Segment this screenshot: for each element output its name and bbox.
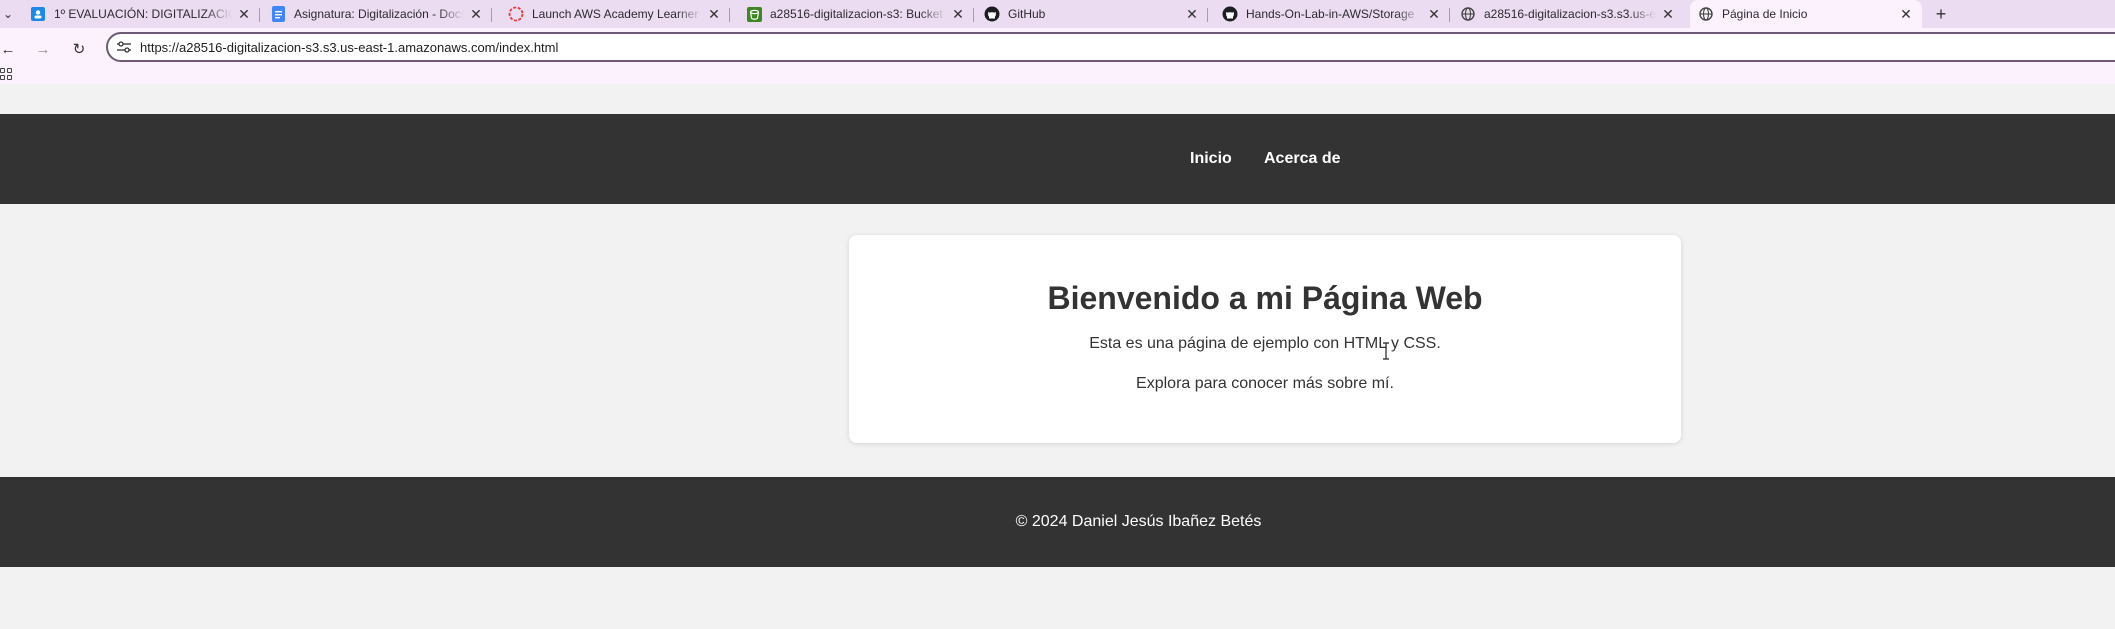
close-icon[interactable]: ✕ [1898, 6, 1914, 22]
tab-title: a28516-digitalizacion-s3: Bucket [770, 7, 943, 21]
tab-title: Página de Inicio [1722, 7, 1808, 21]
globe-icon [1460, 6, 1476, 22]
page-heading: Bienvenido a mi Página Web [1047, 280, 1483, 316]
tab-title: Asignatura: Digitalización - Docs [294, 7, 464, 21]
aws-s3-icon [746, 6, 762, 22]
tab-title: 1º EVALUACIÓN: DIGITALIZACIÓN [54, 7, 232, 21]
address-bar[interactable]: https://a28516-digitalizacion-s3.s3.us-e… [106, 32, 2115, 62]
tab-title: GitHub [1008, 7, 1046, 21]
tab-pagina-de-inicio[interactable]: Página de Inicio ✕ [1690, 0, 1922, 28]
site-settings-tune-icon[interactable] [116, 39, 132, 55]
google-classroom-icon [30, 6, 46, 22]
aws-academy-icon [508, 6, 524, 22]
new-tab-plus-icon[interactable]: + [1930, 3, 1952, 25]
tab-github[interactable]: GitHub ✕ [976, 0, 1208, 28]
site-header: Inicio Acerca de [0, 114, 2115, 204]
browser-toolbar: ← → ↻ https://a28516-digitalizacion-s3.s… [0, 28, 2115, 84]
close-icon[interactable]: ✕ [706, 6, 722, 22]
nav-link-inicio[interactable]: Inicio [1190, 150, 1232, 168]
nav-link-acerca-de[interactable]: Acerca de [1264, 150, 1341, 168]
close-icon[interactable]: ✕ [1660, 6, 1676, 22]
tab-title: Launch AWS Academy Learner Lab [532, 7, 702, 21]
footer-copyright: © 2024 Daniel Jesús Ibañez Betés [1015, 513, 1262, 530]
tab-title: Hands-On-Lab-in-AWS/Storage [1246, 7, 1415, 21]
close-icon[interactable]: ✕ [236, 6, 252, 22]
close-icon[interactable]: ✕ [950, 6, 966, 22]
content-card: Bienvenido a mi Página Web Esta es una p… [849, 235, 1681, 443]
tab-s3-endpoint[interactable]: a28516-digitalizacion-s3.s3.us-east-1 ✕ [1452, 0, 1684, 28]
tab-asignatura[interactable]: Asignatura: Digitalización - Docs ✕ [262, 0, 492, 28]
tab-hands-on-lab[interactable]: Hands-On-Lab-in-AWS/Storage ✕ [1214, 0, 1450, 28]
github-icon [984, 6, 1000, 22]
intro-paragraph: Esta es una página de ejemplo con HTML y… [1089, 335, 1441, 352]
explore-paragraph: Explora para conocer más sobre mí. [1136, 375, 1394, 392]
tab-divider [1207, 8, 1208, 22]
tab-divider [973, 8, 974, 22]
tab-divider [729, 8, 730, 22]
tab-evaluacion[interactable]: 1º EVALUACIÓN: DIGITALIZACIÓN ✕ [22, 0, 260, 28]
site-footer: © 2024 Daniel Jesús Ibañez Betés [0, 477, 2115, 567]
tab-divider [1449, 8, 1450, 22]
forward-arrow-icon[interactable]: → [33, 40, 53, 60]
tab-aws-academy[interactable]: Launch AWS Academy Learner Lab ✕ [500, 0, 730, 28]
tab-strip: ⌄ 1º EVALUACIÓN: DIGITALIZACIÓN ✕ Asigna… [0, 0, 2115, 28]
globe-icon [1698, 6, 1714, 22]
back-arrow-icon[interactable]: ← [0, 40, 18, 60]
apps-grid-icon[interactable] [0, 68, 12, 80]
tab-search-chevron-icon[interactable]: ⌄ [0, 4, 16, 24]
tab-divider [491, 8, 492, 22]
github-icon [1222, 6, 1238, 22]
url-text[interactable]: https://a28516-digitalizacion-s3.s3.us-e… [140, 40, 558, 55]
text-cursor-icon [1382, 342, 1390, 360]
tab-title: a28516-digitalizacion-s3.s3.us-east-1 [1484, 7, 1656, 21]
tab-s3-bucket[interactable]: a28516-digitalizacion-s3: Bucket ✕ [738, 0, 974, 28]
close-icon[interactable]: ✕ [468, 6, 484, 22]
tab-divider [259, 8, 260, 22]
reload-icon[interactable]: ↻ [69, 40, 89, 60]
web-page: Inicio Acerca de Bienvenido a mi Página … [0, 84, 2115, 629]
close-icon[interactable]: ✕ [1184, 6, 1200, 22]
close-icon[interactable]: ✕ [1426, 6, 1442, 22]
google-docs-icon [270, 6, 286, 22]
